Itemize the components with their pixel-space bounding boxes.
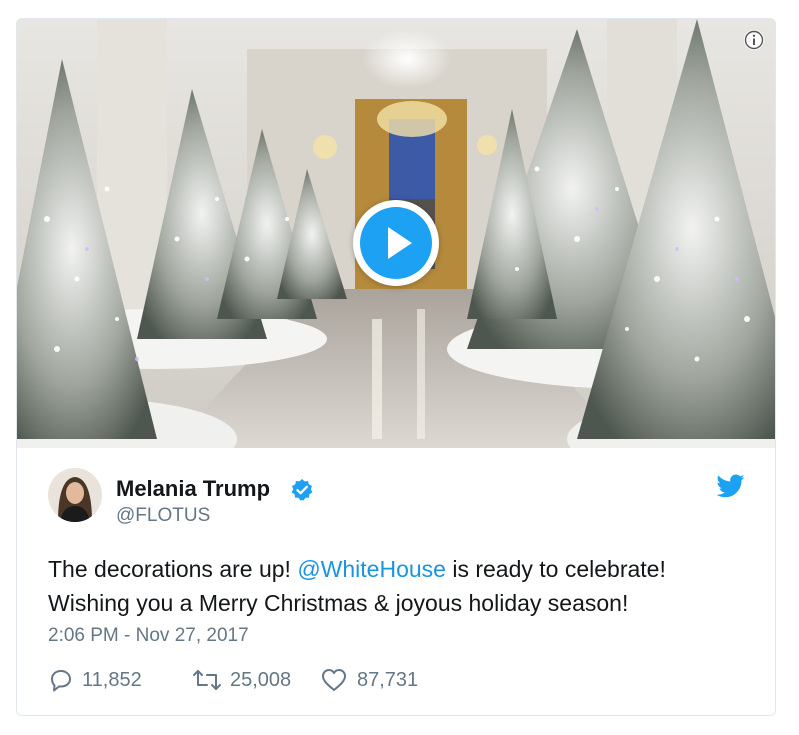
tweet-card[interactable]: Melania Trump @FLOTUS The decorations ar… <box>16 18 776 716</box>
avatar[interactable] <box>48 468 102 522</box>
twitter-bird-icon[interactable] <box>716 474 745 498</box>
info-icon[interactable] <box>743 29 765 51</box>
reply-icon <box>51 670 71 692</box>
tweet-text-part-1: The decorations are up! <box>48 556 298 582</box>
like-count: 87,731 <box>357 669 419 691</box>
author-name[interactable]: Melania Trump <box>116 476 270 502</box>
tweet-text-line-2: Wishing you a Merry Christmas & joyous h… <box>48 590 629 616</box>
verified-badge-icon <box>290 478 314 502</box>
tweet-text: The decorations are up! @WhiteHouse is r… <box>48 552 748 620</box>
tweet-text-part-2: is ready to celebrate! <box>445 556 666 582</box>
tweet-timestamp[interactable]: 2:06 PM - Nov 27, 2017 <box>48 625 249 647</box>
author-handle[interactable]: @FLOTUS <box>116 505 210 527</box>
retweet-count: 25,008 <box>230 669 292 691</box>
video-thumbnail[interactable] <box>17 19 775 448</box>
play-icon <box>388 227 412 259</box>
mention-link[interactable]: @WhiteHouse <box>297 556 446 582</box>
retweet-icon <box>193 670 221 690</box>
reply-count: 11,852 <box>82 669 142 691</box>
heart-icon <box>322 669 346 691</box>
tweet-text-line-1: The decorations are up! @WhiteHouse is r… <box>48 552 748 586</box>
play-button[interactable] <box>353 200 439 286</box>
